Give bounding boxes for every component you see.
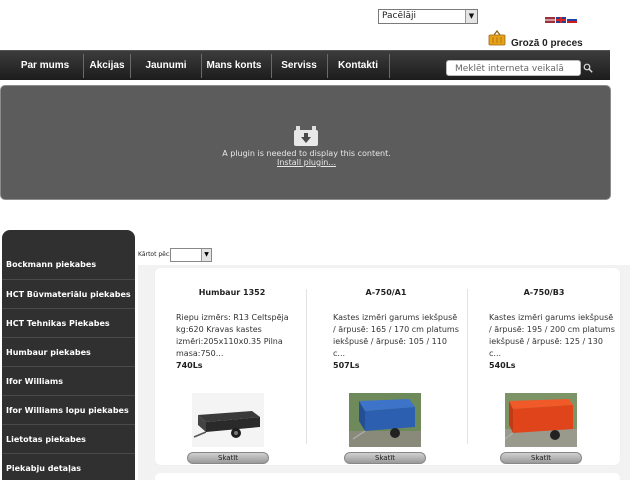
nav-item-par-mums[interactable]: Par mums (14, 51, 76, 81)
flag-gb-icon[interactable] (556, 17, 566, 23)
sidebar-item-piekabju-detalas[interactable]: Piekabju detaļas (2, 453, 135, 480)
sidebar-item-hct-tehnikas[interactable]: HCT Tehnikas Piekabes (2, 308, 135, 337)
plugin-placeholder: A plugin is needed to display this conte… (0, 85, 611, 200)
view-product-button[interactable]: Skatīt (187, 452, 269, 464)
column-divider (306, 289, 307, 444)
product-image[interactable] (349, 393, 421, 447)
page: Pacēlāji ▼ Grozā 0 preces Par mums Akcij… (0, 0, 640, 480)
product-image[interactable] (192, 393, 264, 447)
sidebar-item-lietotas[interactable]: Lietotas piekabes (2, 424, 135, 453)
product-description: Kastes izmēri garums iekšpusē / ārpusē: … (489, 313, 615, 358)
product-title[interactable]: A-750/B3 (474, 288, 614, 297)
install-plugin-link[interactable]: Install plugin... (1, 158, 612, 167)
sidebar-item-ifor-williams-lopu[interactable]: Ifor Williams lopu piekabes (2, 395, 135, 424)
product-description: Riepu izmērs: R13 Celtspēja kg:620 Krava… (176, 313, 289, 358)
category-select[interactable]: Pacēlāji ▼ (378, 9, 478, 24)
plugin-message: A plugin is needed to display this conte… (222, 149, 391, 158)
view-product-button[interactable]: Skatīt (344, 452, 426, 464)
sidebar-item-bockmann[interactable]: Bockmann piekabes (2, 250, 135, 279)
nav-item-mans-konts[interactable]: Mans konts (202, 51, 266, 81)
view-product-button[interactable]: Skatīt (500, 452, 582, 464)
product-price: 540Ls (489, 361, 516, 370)
sidebar-item-ifor-williams[interactable]: Ifor Williams (2, 366, 135, 395)
category-select-value: Pacēlāji (382, 11, 417, 21)
nav-item-serviss[interactable]: Serviss (272, 51, 326, 81)
category-sidebar: Bockmann piekabes HCT Būvmateriālu pieka… (2, 230, 135, 480)
product-title[interactable]: A-750/A1 (316, 288, 456, 297)
nav-item-akcijas[interactable]: Akcijas (84, 51, 130, 81)
plugin-download-icon (294, 126, 318, 146)
nav-item-jaunumi[interactable]: Jaunumi (131, 51, 201, 81)
chevron-down-icon: ▼ (465, 10, 477, 23)
product-title[interactable]: Humbaur 1352 (162, 288, 302, 297)
product-price: 740Ls (176, 361, 203, 370)
sidebar-item-hct-buvmaterialu[interactable]: HCT Būvmateriālu piekabes (2, 279, 135, 308)
product-price: 507Ls (333, 361, 360, 370)
cart-summary[interactable]: Grozā 0 preces (511, 38, 583, 49)
nav-divider (389, 54, 390, 78)
language-switcher (545, 17, 577, 23)
search-icon[interactable] (583, 63, 593, 73)
chevron-down-icon: ▼ (201, 249, 211, 261)
nav-item-kontakti[interactable]: Kontakti (328, 51, 388, 81)
search-input[interactable]: Meklēt interneta veikalā (446, 60, 581, 76)
product-image[interactable] (505, 393, 577, 447)
sort-label: Kārtot pēc: (138, 251, 172, 258)
sidebar-item-humbaur[interactable]: Humbaur piekabes (2, 337, 135, 366)
product-grid-next-row (155, 473, 620, 480)
flag-lv-icon[interactable] (545, 17, 555, 23)
product-description: Kastes izmēri garums iekšpusē / ārpusē: … (333, 313, 459, 358)
flag-ru-icon[interactable] (567, 17, 577, 23)
main-nav: Par mums Akcijas Jaunumi Mans konts Serv… (0, 50, 610, 80)
shopping-basket-icon[interactable] (488, 30, 506, 46)
sort-select[interactable]: ▼ (170, 248, 212, 262)
column-divider (467, 289, 468, 444)
